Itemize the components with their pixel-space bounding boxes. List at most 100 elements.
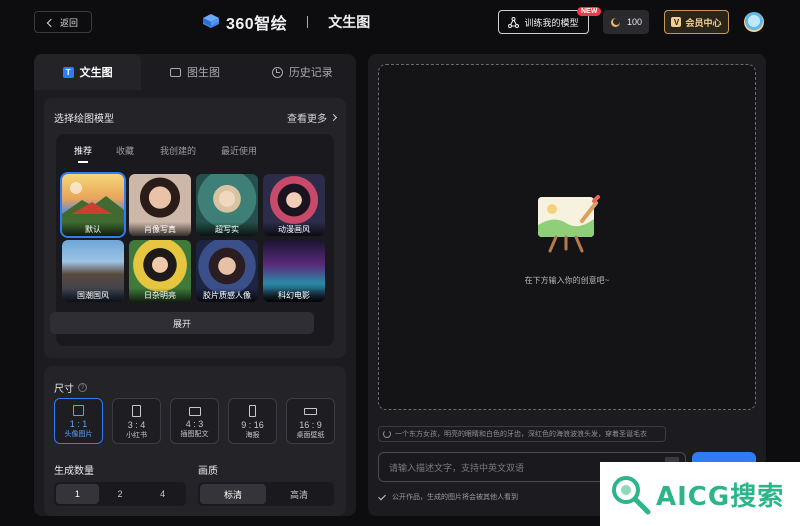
filter-tab-recommended[interactable]: 推荐: [74, 144, 92, 163]
model-card-scifi[interactable]: 科幻电影: [263, 240, 325, 302]
ratio-4-3[interactable]: 4 : 3 插图配文: [170, 398, 219, 444]
image-icon: [169, 67, 181, 77]
credits-count: 100: [626, 17, 643, 27]
view-more-link[interactable]: 查看更多: [287, 110, 338, 125]
quality-option-hd[interactable]: 高清: [266, 484, 332, 504]
brand-name: 360智绘: [226, 16, 288, 33]
tab-label: 文生图: [79, 67, 113, 79]
tab-label: 图生图: [186, 67, 220, 79]
model-nodes-icon: [508, 16, 520, 28]
image-canvas: 在下方输入你的创意吧~: [378, 64, 756, 410]
count-label: 生成数量: [54, 466, 94, 477]
mode-tabs: T 文生图 图生图 历史记录: [34, 54, 356, 90]
model-card-film[interactable]: 胶片质感人像: [196, 240, 258, 302]
chevron-left-icon: [46, 18, 56, 27]
model-card-guochao[interactable]: 国潮国风: [62, 240, 124, 302]
brand: 360智绘 文生图: [202, 10, 370, 34]
ratio-name: 头像图片: [64, 431, 93, 438]
prompt-placeholder: 请输入描述文字，支持中英文双语: [389, 462, 525, 473]
chevron-right-icon: [329, 113, 338, 122]
suggestion-text: 一个东方女孩，明亮的眼睛和白色的牙齿，深红色的海浪波浪头发，穿着圣诞毛衣: [395, 431, 647, 438]
view-more-label: 查看更多: [287, 114, 327, 125]
ratio-value: 4 : 3: [185, 419, 204, 429]
text-icon: T: [62, 66, 74, 78]
count-option-2[interactable]: 2: [99, 484, 142, 504]
public-option[interactable]: 公开作品，生成的图片将会被其他人看到: [378, 492, 518, 502]
vip-center-button[interactable]: V 会员中心: [664, 10, 729, 34]
back-button[interactable]: 返回: [34, 11, 92, 33]
refresh-icon: [383, 430, 391, 438]
model-label: 默认: [62, 222, 124, 236]
train-model-label: 训练我的模型: [524, 17, 579, 28]
quality-selector: 标清 高清: [198, 482, 334, 506]
magnifier-logo-icon: [612, 476, 651, 515]
filter-tab-recent[interactable]: 最近使用: [221, 144, 257, 157]
quality-option-standard[interactable]: 标清: [200, 484, 266, 504]
expand-button[interactable]: 展开: [50, 312, 314, 334]
model-section-title: 选择绘图模型: [54, 114, 114, 125]
prompt-suggestion[interactable]: 一个东方女孩，明亮的眼睛和白色的牙齿，深红色的海浪波浪头发，穿着圣诞毛衣: [378, 426, 666, 442]
ratio-name: 插图配文: [180, 431, 209, 438]
ratio-name: 海报: [245, 432, 260, 439]
ratio-value: 1 : 1: [69, 419, 88, 429]
user-avatar[interactable]: [744, 12, 764, 32]
canvas-panel: 在下方输入你的创意吧~ 一个东方女孩，明亮的眼睛和白色的牙齿，深红色的海浪波浪头…: [368, 54, 766, 516]
clock-icon: [271, 66, 283, 78]
size-title: 尺寸 ?: [54, 380, 87, 395]
count-option-1[interactable]: 1: [56, 484, 99, 504]
vip-icon: V: [671, 17, 682, 27]
filter-tab-favorites[interactable]: 收藏: [116, 144, 134, 157]
model-label: 国潮国风: [62, 288, 124, 302]
portrait-icon: [132, 405, 141, 417]
easel-illustration-icon: [538, 195, 600, 253]
ratio-value: 16 : 9: [299, 420, 322, 430]
tab-image-to-image[interactable]: 图生图: [141, 54, 248, 90]
ratio-9-16[interactable]: 9 : 16 海报: [228, 398, 277, 444]
checkmark-icon[interactable]: [378, 493, 386, 501]
model-header: 选择绘图模型 查看更多: [54, 110, 338, 125]
credits-button[interactable]: 100: [603, 10, 649, 34]
brand-logo-icon: [203, 14, 219, 28]
brand-divider: [307, 16, 309, 28]
watermark: AICG搜索: [600, 462, 800, 526]
ratio-16-9[interactable]: 16 : 9 桌面壁纸: [286, 398, 335, 444]
size-label: 尺寸: [54, 384, 74, 395]
count-option-4[interactable]: 4: [141, 484, 184, 504]
page-title: 文生图: [328, 14, 371, 30]
coin-icon: [610, 17, 620, 27]
wide-landscape-icon: [304, 408, 317, 415]
model-card-anime[interactable]: 动漫画风: [263, 174, 325, 236]
model-card-hyperreal[interactable]: 超写实: [196, 174, 258, 236]
vip-label: 会员中心: [685, 17, 722, 28]
tab-history[interactable]: 历史记录: [249, 54, 356, 90]
ratio-value: 9 : 16: [241, 420, 264, 430]
square-icon: [73, 405, 84, 416]
ratio-3-4[interactable]: 3 : 4 小红书: [112, 398, 161, 444]
new-badge: NEW: [577, 7, 602, 16]
tab-text-to-image[interactable]: T 文生图: [34, 54, 142, 90]
train-model-button[interactable]: 训练我的模型: [498, 10, 589, 34]
tab-label: 历史记录: [288, 67, 333, 79]
model-card-japanese[interactable]: 日杂明亮: [129, 240, 191, 302]
watermark-text: AICG搜索: [656, 481, 785, 512]
ratio-name: 桌面壁纸: [296, 432, 325, 439]
landscape-icon: [188, 407, 201, 416]
model-label: 日杂明亮: [129, 288, 191, 302]
size-settings: 尺寸 ? 1 : 1 头像图片 3 : 4 小红书 4 : 3 插图配文 9 :…: [44, 366, 346, 516]
model-card-default[interactable]: 默认: [62, 174, 124, 236]
model-label: 胶片质感人像: [196, 288, 258, 302]
tall-portrait-icon: [249, 405, 256, 417]
back-label: 返回: [59, 17, 78, 28]
settings-panel: T 文生图 图生图 历史记录 选择绘图模型 查看更多 推荐 收藏 我创建的 最近…: [34, 54, 356, 516]
ratio-1-1[interactable]: 1 : 1 头像图片: [54, 398, 103, 444]
filter-tab-created[interactable]: 我创建的: [160, 144, 196, 157]
help-icon[interactable]: ?: [78, 383, 87, 392]
model-card-portrait[interactable]: 肖像写真: [129, 174, 191, 236]
quality-label: 画质: [198, 466, 218, 477]
ratio-value: 3 : 4: [127, 420, 146, 430]
count-selector: 1 2 4: [54, 482, 186, 506]
model-label: 动漫画风: [263, 222, 325, 236]
model-label: 肖像写真: [129, 222, 191, 236]
model-label: 科幻电影: [263, 288, 325, 302]
ratio-name: 小红书: [126, 432, 147, 439]
